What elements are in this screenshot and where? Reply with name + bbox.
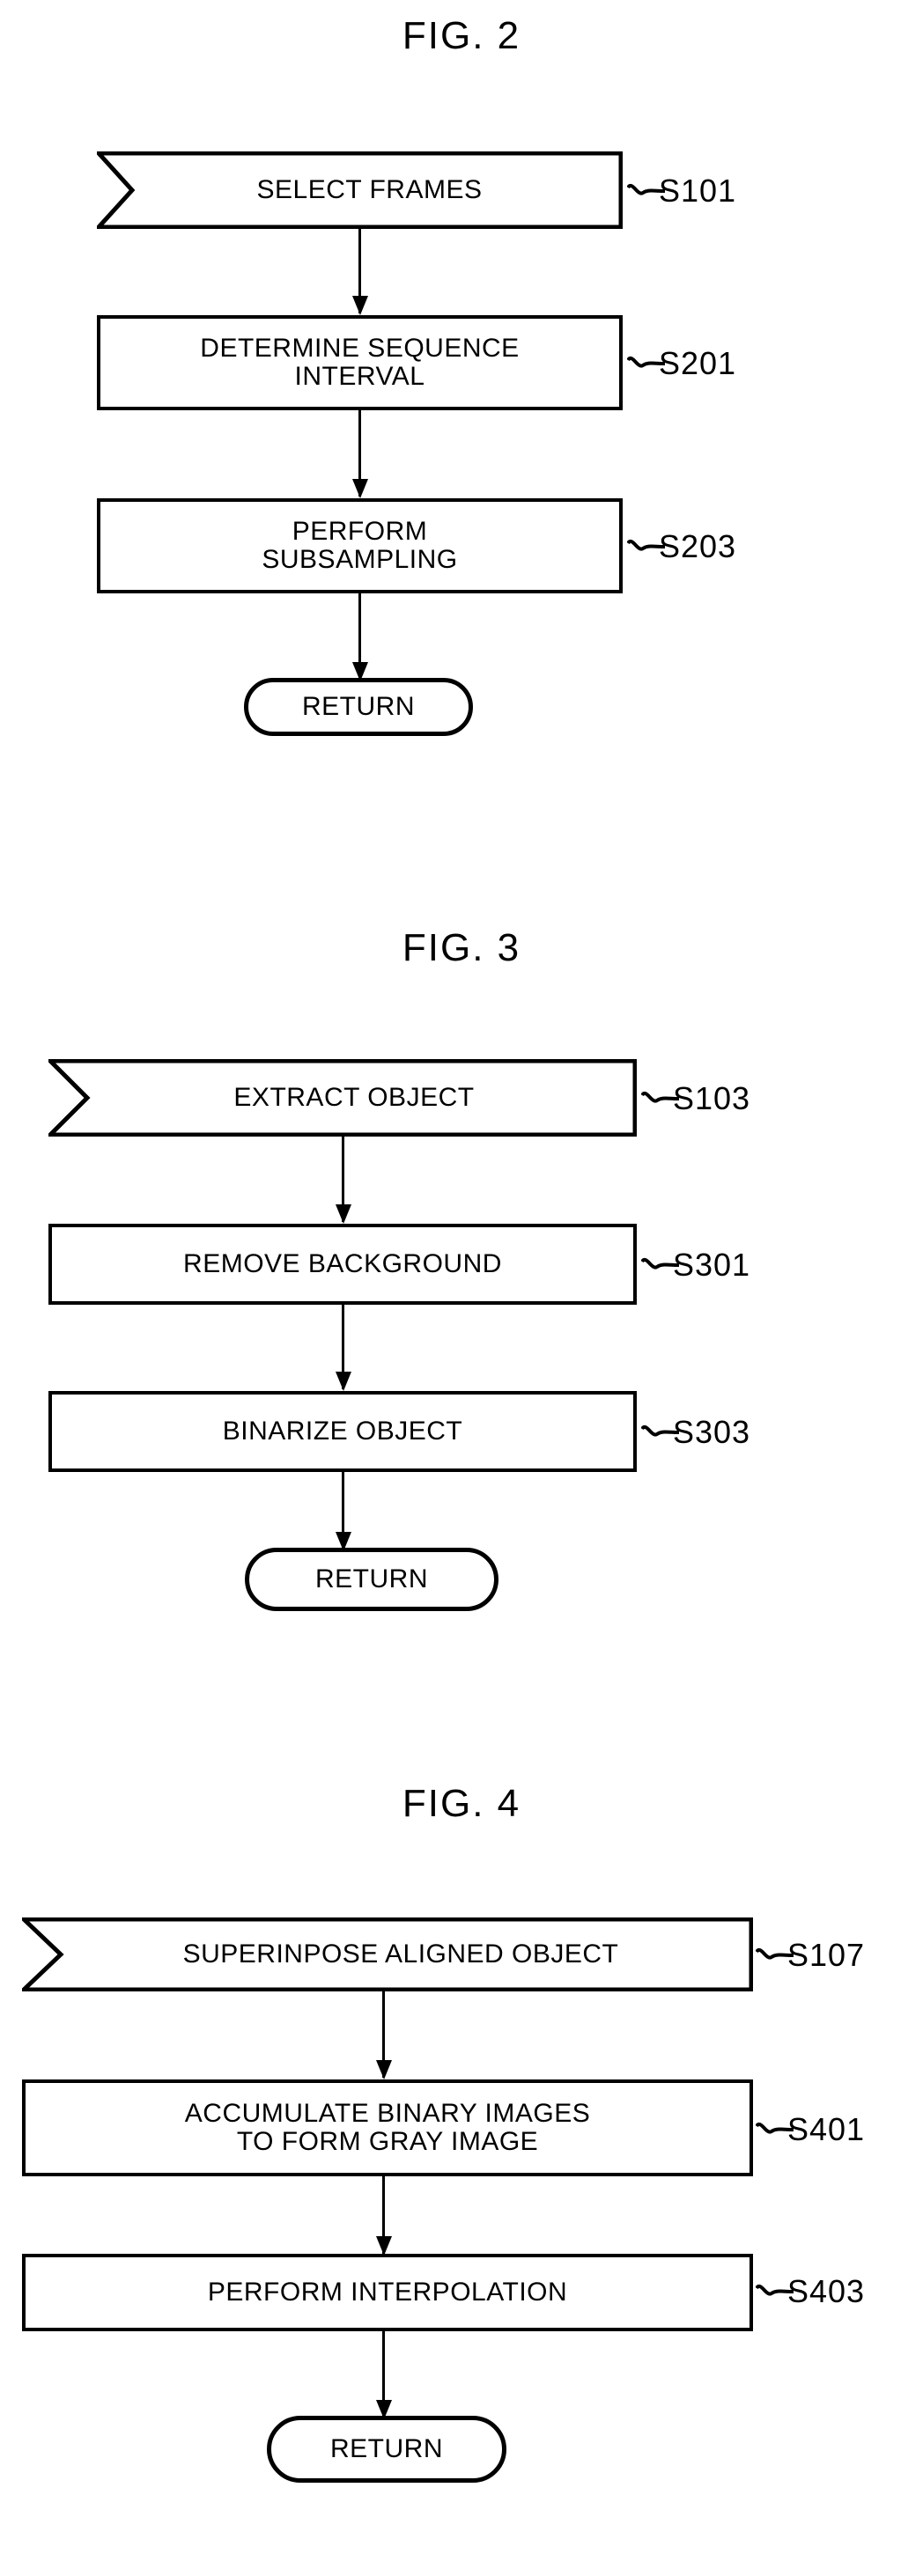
figure-fig-3: FIG. 3 EXTRACT OBJECT S103 REMOVE BACKGR… bbox=[0, 880, 923, 1761]
connector-arrow bbox=[352, 410, 368, 498]
flow-node-label: RETURN bbox=[302, 691, 415, 721]
step-ref-text: S203 bbox=[659, 528, 737, 564]
step-ref-text: S301 bbox=[673, 1247, 751, 1283]
flow-node-binarize-object: BINARIZE OBJECT bbox=[48, 1391, 637, 1472]
flow-node-label: PERFORM INTERPOLATION bbox=[207, 2277, 568, 2307]
patent-figure-sheet: FIG. 2 SELECT FRAMES S101 DETERMINE SEQU… bbox=[0, 0, 923, 2576]
flow-node-label: EXTRACT OBJECT bbox=[233, 1082, 475, 1112]
step-ref-s101: S101 bbox=[627, 173, 736, 210]
flow-node-return-fig3: RETURN bbox=[245, 1548, 498, 1611]
step-ref-text: S103 bbox=[673, 1080, 751, 1116]
connector-arrow bbox=[376, 2331, 392, 2419]
connector-arrow bbox=[336, 1472, 351, 1551]
flow-node-determine-sequence-interval: DETERMINE SEQUENCE INTERVAL bbox=[97, 315, 623, 410]
leader-tilde-icon bbox=[641, 1424, 680, 1441]
step-ref-s103: S103 bbox=[641, 1080, 750, 1117]
flow-node-label: PERFORM SUBSAMPLING bbox=[262, 516, 458, 574]
leader-tilde-icon bbox=[756, 1947, 794, 1964]
figure-fig-4: FIG. 4 SUPERINPOSE ALIGNED OBJECT S107 A… bbox=[0, 1761, 923, 2576]
connector-arrow bbox=[336, 1137, 351, 1224]
step-ref-s203: S203 bbox=[627, 528, 736, 565]
flow-node-return-fig4: RETURN bbox=[267, 2416, 506, 2483]
flow-node-extract-object: EXTRACT OBJECT bbox=[48, 1059, 637, 1137]
leader-tilde-icon bbox=[627, 538, 666, 556]
step-ref-text: S401 bbox=[787, 2111, 866, 2147]
flow-node-perform-interpolation: PERFORM INTERPOLATION bbox=[22, 2254, 753, 2331]
connector-arrow bbox=[352, 229, 368, 315]
flow-node-select-frames: SELECT FRAMES bbox=[97, 151, 623, 229]
step-ref-text: S403 bbox=[787, 2273, 866, 2309]
flow-node-label: SUPERINPOSE ALIGNED OBJECT bbox=[182, 1939, 619, 1969]
flow-node-label: SELECT FRAMES bbox=[256, 174, 483, 204]
figure-fig-2: FIG. 2 SELECT FRAMES S101 DETERMINE SEQU… bbox=[0, 0, 923, 880]
step-ref-s403: S403 bbox=[756, 2273, 865, 2310]
flow-node-remove-background: REMOVE BACKGROUND bbox=[48, 1224, 637, 1305]
step-ref-s401: S401 bbox=[756, 2111, 865, 2148]
flow-node-label: REMOVE BACKGROUND bbox=[183, 1248, 502, 1278]
flow-node-superinpose-aligned-object: SUPERINPOSE ALIGNED OBJECT bbox=[22, 1917, 753, 1991]
leader-tilde-icon bbox=[756, 2121, 794, 2138]
connector-arrow bbox=[376, 2176, 392, 2256]
step-ref-s107: S107 bbox=[756, 1937, 865, 1974]
step-ref-text: S201 bbox=[659, 345, 737, 381]
figure-title-fig-2: FIG. 2 bbox=[402, 14, 521, 57]
step-ref-s303: S303 bbox=[641, 1414, 750, 1451]
connector-arrow bbox=[376, 1991, 392, 2079]
flow-node-perform-subsampling: PERFORM SUBSAMPLING bbox=[97, 498, 623, 593]
flow-node-label: ACCUMULATE BINARY IMAGES TO FORM GRAY IM… bbox=[184, 2098, 591, 2156]
leader-tilde-icon bbox=[756, 2283, 794, 2300]
leader-tilde-icon bbox=[641, 1256, 680, 1274]
figure-title-fig-3: FIG. 3 bbox=[402, 926, 521, 969]
flow-node-label: RETURN bbox=[315, 1564, 428, 1593]
step-ref-text: S303 bbox=[673, 1414, 751, 1450]
connector-arrow bbox=[352, 593, 368, 681]
step-ref-s201: S201 bbox=[627, 345, 736, 382]
connector-arrow bbox=[336, 1305, 351, 1391]
step-ref-text: S107 bbox=[787, 1937, 866, 1973]
leader-tilde-icon bbox=[627, 182, 666, 200]
step-ref-s301: S301 bbox=[641, 1247, 750, 1284]
step-ref-text: S101 bbox=[659, 173, 737, 209]
figure-title-fig-4: FIG. 4 bbox=[402, 1782, 521, 1825]
leader-tilde-icon bbox=[627, 355, 666, 372]
leader-tilde-icon bbox=[641, 1090, 680, 1108]
flow-node-label: DETERMINE SEQUENCE INTERVAL bbox=[200, 333, 520, 391]
flow-node-return-fig2: RETURN bbox=[244, 678, 473, 736]
flow-node-label: RETURN bbox=[330, 2433, 443, 2463]
flow-node-accumulate-binary-images: ACCUMULATE BINARY IMAGES TO FORM GRAY IM… bbox=[22, 2079, 753, 2176]
flow-node-label: BINARIZE OBJECT bbox=[222, 1416, 463, 1446]
